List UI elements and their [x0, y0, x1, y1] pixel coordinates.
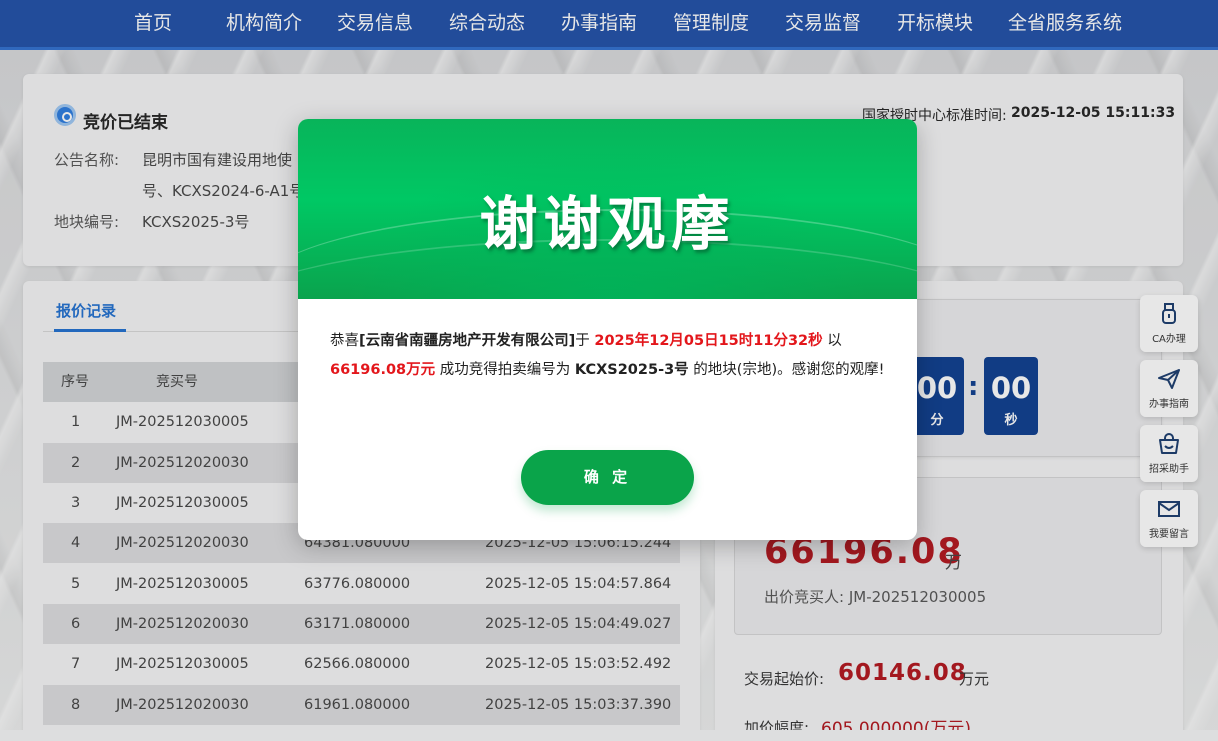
confirm-button[interactable]: 确 定 [521, 450, 694, 505]
msg-prefix: 恭喜 [330, 333, 359, 349]
msg-at: 于 [575, 333, 590, 349]
msg-suffix: 的地块(宗地)。感谢您的观摩! [693, 362, 885, 378]
result-message: 恭喜[云南省南疆房地产开发有限公司]于 2025年12月05日15时11分32秒… [330, 327, 890, 385]
banner-title: 谢谢观摩 [479, 190, 736, 258]
msg-success: 成功竞得拍卖编号为 [439, 362, 571, 378]
win-amount: 66196.08万元 [330, 362, 436, 378]
win-datetime: 2025年12月05日15时11分32秒 [594, 333, 823, 349]
msg-with: 以 [827, 333, 842, 349]
modal-banner: 谢谢观摩 [298, 119, 917, 299]
winner-company: [云南省南疆房地产开发有限公司] [359, 333, 576, 349]
lot-number: KCXS2025-3号 [574, 362, 689, 378]
result-modal: 谢谢观摩 恭喜[云南省南疆房地产开发有限公司]于 2025年12月05日15时1… [298, 119, 917, 540]
